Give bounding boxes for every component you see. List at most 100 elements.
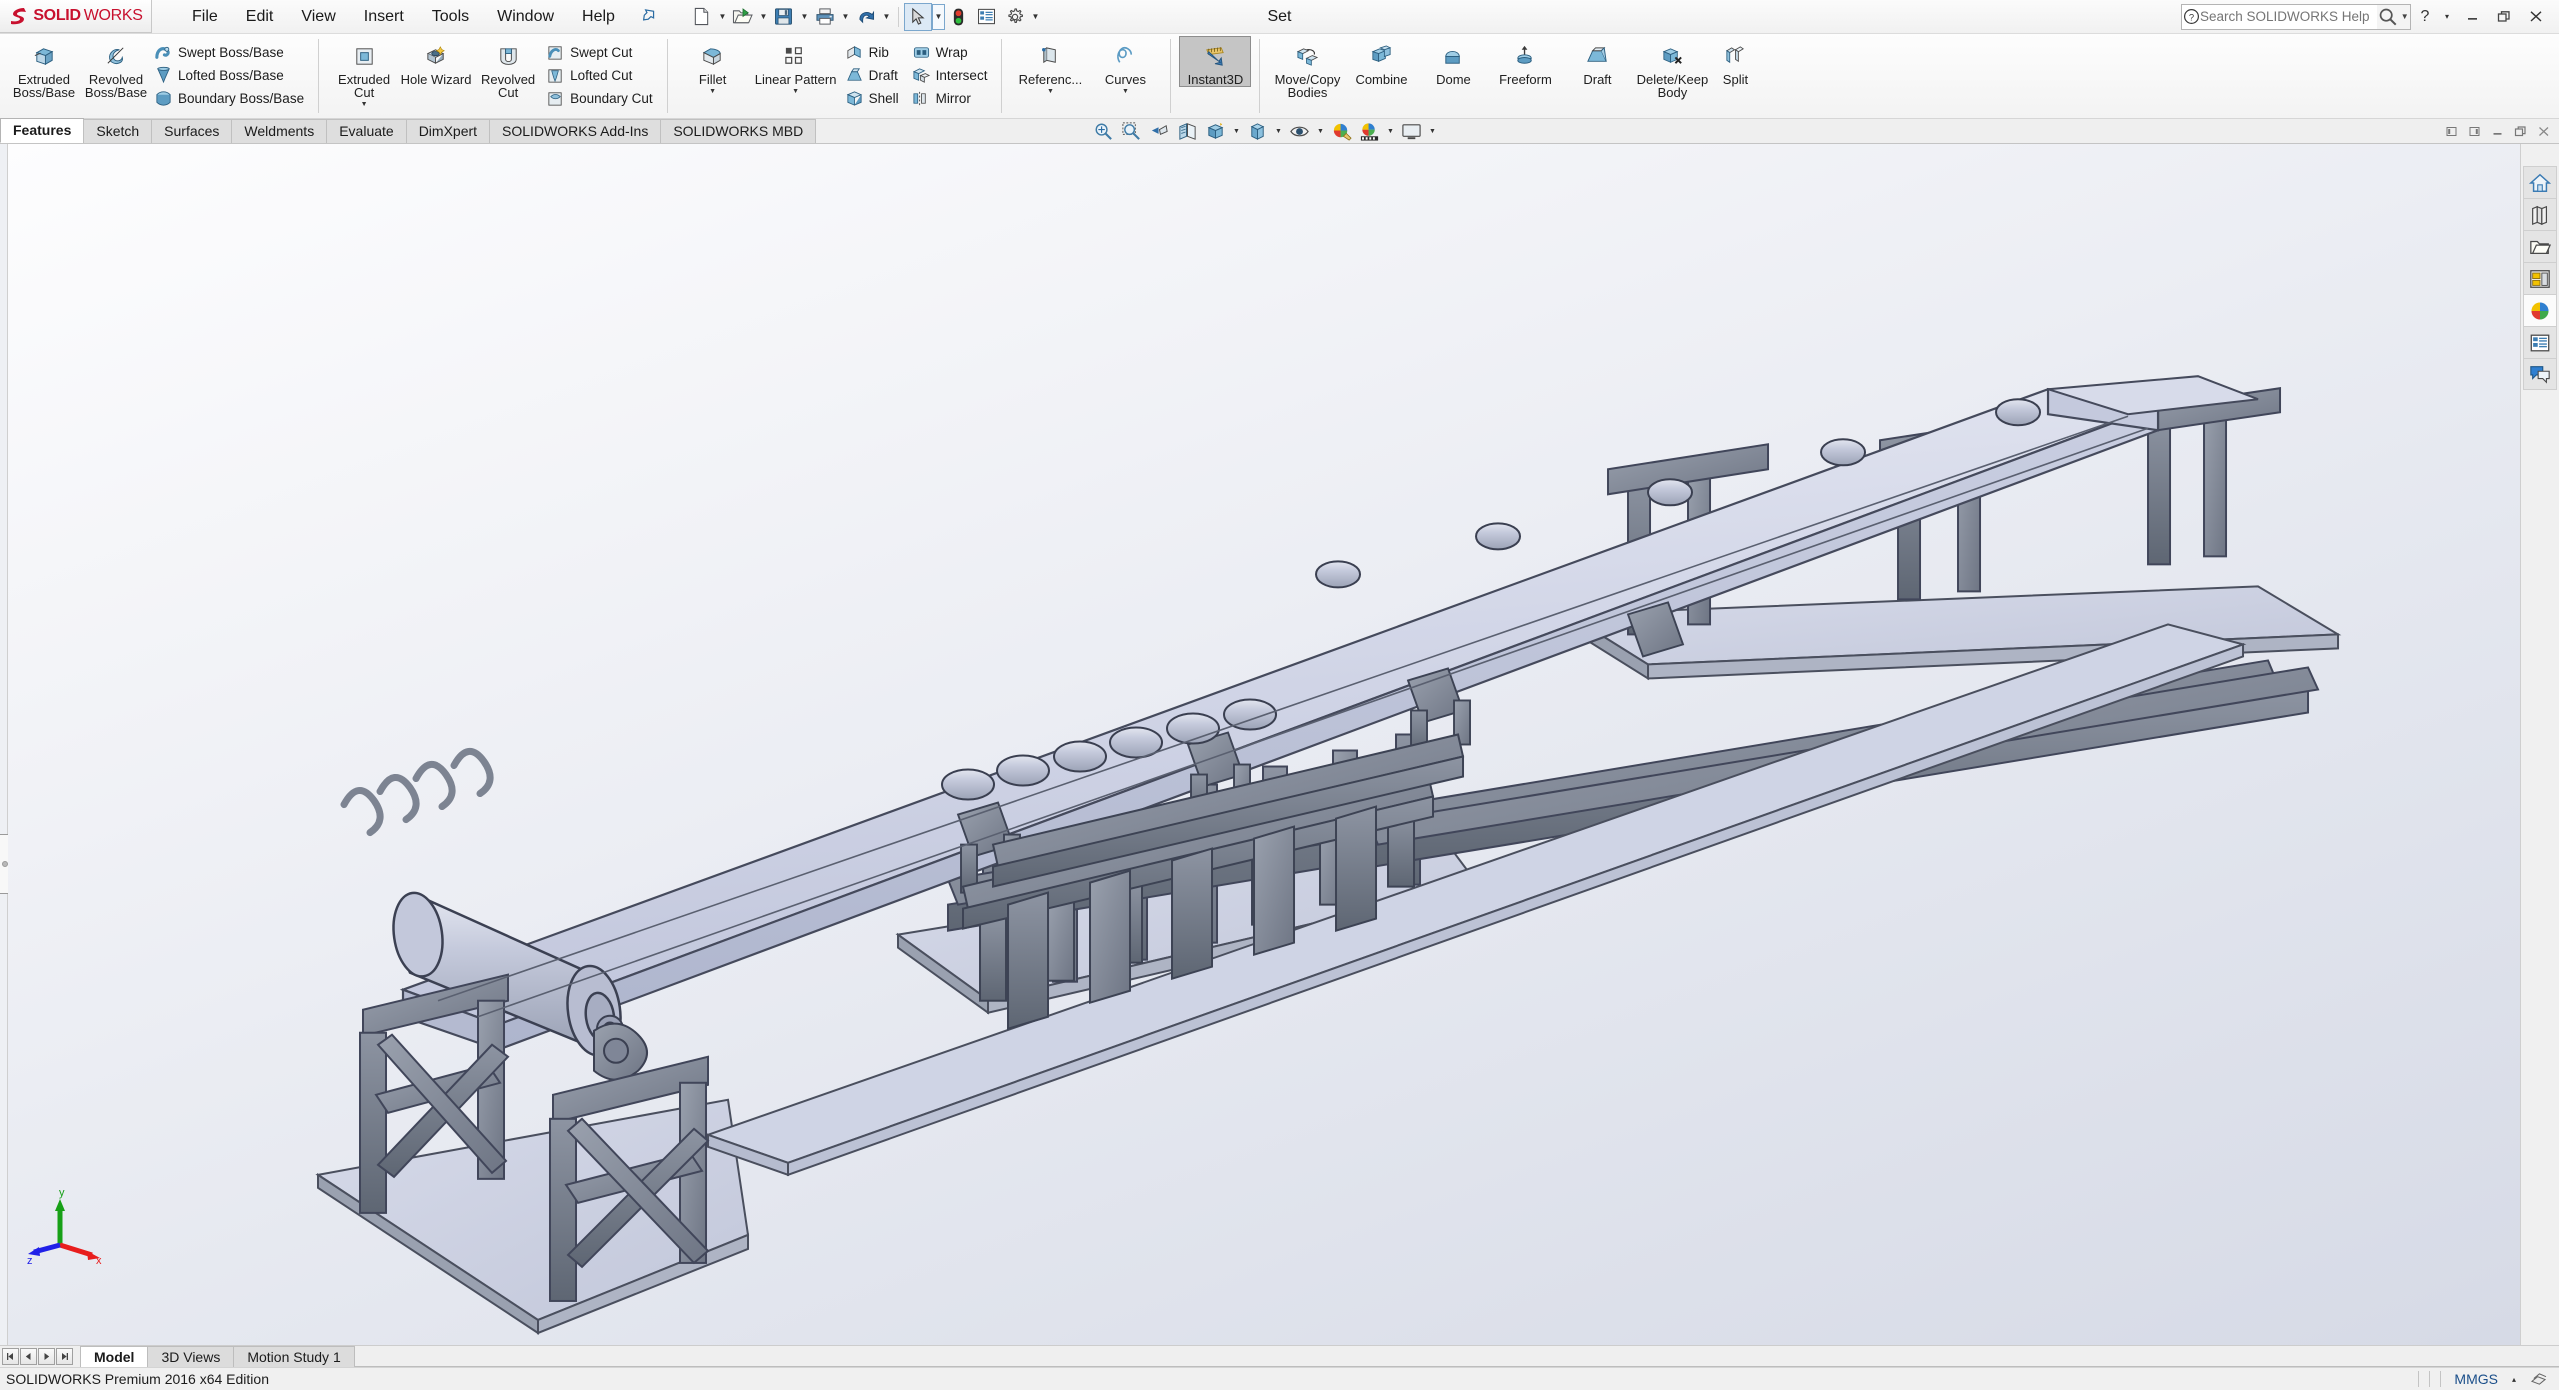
task-pane-solidworks-forum[interactable] [2523,358,2557,390]
swept-cut-button[interactable]: Swept Cut [544,41,658,64]
move-copy-bodies-button[interactable]: Move/CopyBodies [1269,37,1345,99]
tab-solidworks-mbd[interactable]: SOLIDWORKS MBD [660,119,816,143]
previous-tab-button[interactable] [20,1348,37,1365]
options-caret[interactable]: ▼ [1029,3,1042,31]
linear-pattern-button[interactable]: Linear Pattern ▼ [749,37,843,95]
tab-surfaces[interactable]: Surfaces [151,119,232,143]
hole-wizard-button[interactable]: Hole Wizard [400,37,472,86]
task-pane-custom-properties[interactable] [2523,326,2557,358]
select-tool-caret[interactable]: ▼ [932,4,945,30]
menu-tools[interactable]: Tools [418,4,483,30]
swept-boss-base-button[interactable]: Swept Boss/Base [152,41,309,64]
reference-geometry-button[interactable]: Referenc... ▼ [1011,37,1089,95]
undo-caret[interactable]: ▼ [880,3,893,31]
overlay-icon[interactable] [2524,1372,2553,1387]
hide-show-items-button[interactable] [1286,120,1313,144]
tab-sketch[interactable]: Sketch [83,119,152,143]
apply-scene-button[interactable] [1356,120,1383,144]
draft-body-button[interactable]: Draft [1561,37,1633,86]
fillet-caret[interactable]: ▼ [709,88,716,95]
boundary-cut-button[interactable]: Boundary Cut [544,87,658,110]
reference-geometry-caret[interactable]: ▼ [1047,88,1054,95]
previous-view-button[interactable] [1146,120,1173,144]
menu-window[interactable]: Window [483,4,568,30]
menu-help[interactable]: Help [568,4,629,30]
minimize-window-button[interactable] [2457,4,2487,30]
restore-window-button[interactable] [2489,4,2519,30]
units-caret[interactable]: ▴ [2508,1375,2520,1384]
split-button[interactable]: Split [1711,37,1759,86]
wrap-button[interactable]: Wrap [910,41,993,64]
rebuild-button[interactable] [945,3,973,31]
menu-view[interactable]: View [287,4,349,30]
open-document-caret[interactable]: ▼ [757,3,770,31]
minimize-doc-button[interactable] [2486,121,2509,143]
draft-button[interactable]: Draft [843,64,904,87]
menu-file[interactable]: File [178,4,232,30]
fillet-button[interactable]: Fillet ▼ [677,37,749,95]
revolved-boss-base-button[interactable]: RevolvedBoss/Base [80,37,152,99]
restore-doc-button[interactable] [2509,121,2532,143]
help-caret[interactable]: ▾ [2439,4,2455,30]
linear-pattern-caret[interactable]: ▼ [792,88,799,95]
rib-button[interactable]: Rib [843,41,904,64]
solidworks-logo[interactable]: SOLIDWORKS [0,0,152,33]
first-tab-button[interactable] [2,1348,19,1365]
close-window-button[interactable] [2521,4,2551,30]
extruded-boss-base-button[interactable]: ExtrudedBoss/Base [8,37,80,99]
lofted-cut-button[interactable]: Lofted Cut [544,64,658,87]
combine-button[interactable]: Combine [1345,37,1417,86]
edit-appearance-button[interactable] [1328,120,1355,144]
open-document-button[interactable] [729,3,757,31]
graphics-viewport[interactable]: y x z [8,144,2520,1345]
revolved-cut-button[interactable]: RevolvedCut [472,37,544,99]
print-document-caret[interactable]: ▼ [839,3,852,31]
task-pane-design-library[interactable] [2523,198,2557,230]
magnifier-icon[interactable] [2377,5,2400,29]
curves-caret[interactable]: ▼ [1122,88,1129,95]
task-pane-file-explorer[interactable] [2523,230,2557,262]
restore-doc-left-button[interactable] [2440,121,2463,143]
apply-scene-caret[interactable]: ▼ [1384,120,1397,144]
tab-evaluate[interactable]: Evaluate [326,119,406,143]
search-input[interactable] [2200,9,2377,24]
view-orientation-caret[interactable]: ▼ [1230,120,1243,144]
options-button[interactable] [1001,3,1029,31]
display-style-button[interactable] [1244,120,1271,144]
zoom-to-fit-button[interactable] [1090,120,1117,144]
save-document-caret[interactable]: ▼ [798,3,811,31]
zoom-to-area-button[interactable] [1118,120,1145,144]
task-pane-view-palette[interactable] [2523,262,2557,294]
display-style-caret[interactable]: ▼ [1272,120,1285,144]
task-pane-appearances-scenes[interactable] [2523,294,2557,326]
curves-button[interactable]: Curves ▼ [1089,37,1161,95]
pin-icon[interactable] [634,4,659,29]
menu-edit[interactable]: Edit [232,4,288,30]
save-document-button[interactable] [770,3,798,31]
bottom-tab-motion-study-1[interactable]: Motion Study 1 [233,1346,354,1367]
task-pane-solidworks-resources[interactable] [2523,166,2557,198]
instant3d-button[interactable]: Instant3D [1180,37,1250,86]
print-document-button[interactable] [811,3,839,31]
boundary-boss-base-button[interactable]: Boundary Boss/Base [152,87,309,110]
extruded-cut-caret[interactable]: ▼ [361,101,368,108]
bottom-tab-model[interactable]: Model [80,1346,148,1367]
restore-doc-right-button[interactable] [2463,121,2486,143]
lofted-boss-base-button[interactable]: Lofted Boss/Base [152,64,309,87]
intersect-button[interactable]: Intersect [910,64,993,87]
delete-keep-body-button[interactable]: Delete/KeepBody [1633,37,1711,99]
file-properties-button[interactable] [973,3,1001,31]
dome-button[interactable]: Dome [1417,37,1489,86]
bottom-tab-3d-views[interactable]: 3D Views [147,1346,234,1367]
search-dropdown-icon[interactable]: ▼ [2400,5,2411,29]
freeform-button[interactable]: Freeform [1489,37,1561,86]
tab-features[interactable]: Features [0,118,84,143]
view-settings-caret[interactable]: ▼ [1426,120,1439,144]
select-tool-button[interactable] [904,3,932,31]
next-tab-button[interactable] [38,1348,55,1365]
tab-solidworks-add-ins[interactable]: SOLIDWORKS Add-Ins [489,119,661,143]
units-indicator[interactable]: MMGS [2448,1371,2504,1387]
mirror-button[interactable]: Mirror [910,87,993,110]
new-document-button[interactable] [688,3,716,31]
shell-button[interactable]: Shell [843,87,904,110]
